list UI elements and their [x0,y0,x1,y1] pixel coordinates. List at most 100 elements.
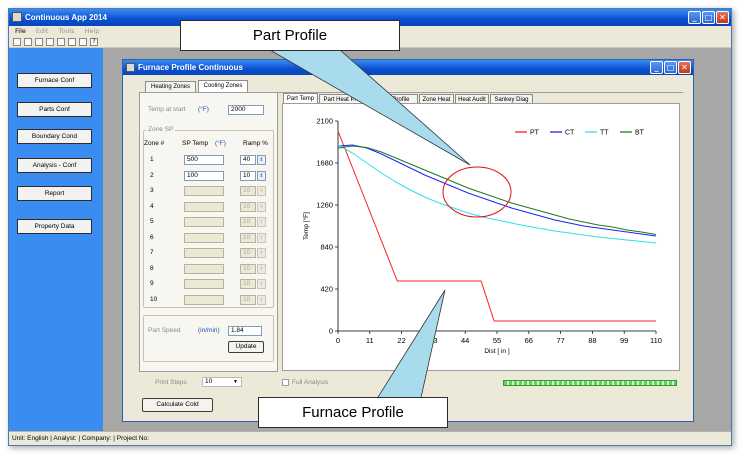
menu-file[interactable]: File [15,26,26,37]
col-ramp-header: Ramp % [243,140,268,147]
help-icon[interactable]: ? [90,38,98,46]
zone-number: 4 [150,202,154,210]
print-icon[interactable] [46,38,54,46]
y-tick-label: 0 [329,327,333,336]
furnace-conf-button[interactable]: Furnace Conf [17,73,92,88]
x-tick-label: 11 [366,336,374,345]
child-maximize-button[interactable]: □ [664,61,677,74]
series-line-ct [337,144,657,237]
menu-help[interactable]: Help [85,26,100,37]
zone-ramp-input[interactable]: 10 [240,232,256,243]
print-steps-label: Print Steps [155,379,187,386]
x-tick-label: 44 [461,336,469,345]
minimize-button[interactable]: _ [688,11,701,24]
child-title-bar: Furnace Profile Continuous _ □ ✕ [123,60,693,75]
property-data-button[interactable]: Property Data [17,219,92,234]
zone-ramp-spinner-icon[interactable]: ⇕ [257,155,266,165]
zone-ramp-spinner-icon[interactable]: ⇕ [257,248,266,258]
temp-at-start-input[interactable]: 2000 [228,105,264,115]
zone-sp-temp-input[interactable] [184,294,224,305]
zone-number: 6 [150,233,154,241]
furnace-profile-callout: Furnace Profile [258,397,448,428]
open-folder-icon[interactable] [24,38,32,46]
zone-ramp-spinner-icon[interactable]: ⇕ [257,294,266,305]
zone-ramp-spinner-icon[interactable]: ⇕ [257,263,266,274]
zone-number: 7 [150,249,154,256]
col-sp-temp-header: SP Temp [182,140,209,147]
x-tick-label: 0 [336,336,340,345]
zone-number: 1 [150,156,154,163]
legend-label: PT [530,130,540,137]
full-analysis-checkbox[interactable] [282,379,289,386]
zone-sp-temp-input[interactable] [184,232,224,243]
copy-icon[interactable] [68,38,76,46]
series-line-bt [337,145,657,235]
part-speed-unit: (in/min) [198,327,220,334]
x-tick-label: 55 [493,336,501,345]
close-button[interactable]: ✕ [716,11,729,24]
x-tick-label: 99 [620,336,628,345]
y-axis-label: Temp [°F] [302,212,310,240]
y-tick-label: 420 [320,285,333,294]
zone-ramp-input[interactable]: 10 [240,170,256,181]
cut-icon[interactable] [57,38,65,46]
zone-ramp-spinner-icon[interactable]: ⇕ [257,279,266,289]
zone-sp-temp-input[interactable] [184,279,224,289]
zone-sp-temp-input[interactable]: 100 [184,170,224,181]
zone-sp-temp-input[interactable] [184,263,224,274]
parts-conf-button[interactable]: Parts Conf [17,102,92,117]
calculate-cold-button[interactable]: Calculate Cold [142,398,213,412]
series-line-tt [337,144,657,244]
zone-ramp-spinner-icon[interactable]: ⇕ [257,186,266,196]
zone-sp-temp-input[interactable]: 500 [184,155,224,165]
save-icon[interactable] [35,38,43,46]
new-file-icon[interactable] [13,38,21,46]
zone-ramp-input[interactable]: 10 [240,294,256,305]
zone-ramp-input[interactable]: 10 [240,248,256,258]
tab-heating-zones[interactable]: Heating Zones [145,81,196,92]
maximize-button[interactable]: □ [702,11,715,24]
update-button[interactable]: Update [228,341,264,353]
zone-sp-temp-input[interactable] [184,217,224,227]
zone-sp-temp-input[interactable] [184,186,224,196]
zone-ramp-spinner-icon[interactable]: ⇕ [257,232,266,243]
zone-ramp-spinner-icon[interactable]: ⇕ [257,201,266,212]
zone-sp-temp-input[interactable] [184,248,224,258]
child-close-button[interactable]: ✕ [678,61,691,74]
zone-number: 2 [150,171,154,179]
x-tick-label: 77 [556,336,564,345]
app-icon [12,12,22,22]
x-tick-label: 33 [429,336,437,345]
zone-ramp-input[interactable]: 10 [240,263,256,274]
report-button[interactable]: Report [17,186,92,201]
child-minimize-button[interactable]: _ [650,61,663,74]
tab-cooling-zones[interactable]: Cooling Zones [198,80,248,92]
x-tick-label: 66 [525,336,533,345]
part-speed-input[interactable]: 1.84 [228,326,262,336]
zone-number: 9 [150,280,154,287]
analysis-conf-button[interactable]: Analysis - Conf [17,158,92,173]
zone-ramp-spinner-icon[interactable]: ⇕ [257,170,266,181]
part-speed-group [143,315,274,362]
zone-sp-temp-input[interactable] [184,201,224,212]
progress-bar [503,380,677,386]
zone-ramp-input[interactable]: 10 [240,217,256,227]
part-speed-label: Part Speed [148,327,181,334]
x-tick-label: 88 [588,336,596,345]
zone-ramp-spinner-icon[interactable]: ⇕ [257,217,266,227]
y-tick-label: 840 [320,243,333,252]
zone-ramp-input[interactable]: 10 [240,186,256,196]
menu-edit[interactable]: Edit [36,26,49,37]
x-axis-label: Dist [ in ] [484,348,509,355]
zone-ramp-input[interactable]: 10 [240,279,256,289]
part-profile-callout: Part Profile [180,20,400,51]
zone-number: 8 [150,264,154,272]
menu-tools[interactable]: Tools [58,26,74,37]
zone-ramp-input[interactable]: 10 [240,201,256,212]
zone-ramp-input[interactable]: 40 [240,155,256,165]
boundary-cond-button[interactable]: Boundary Cond [17,129,92,144]
y-tick-label: 2100 [316,117,333,126]
paste-icon[interactable] [79,38,87,46]
child-title: Furnace Profile Continuous [138,63,243,72]
print-steps-select[interactable]: 10 ▼ [202,377,242,387]
